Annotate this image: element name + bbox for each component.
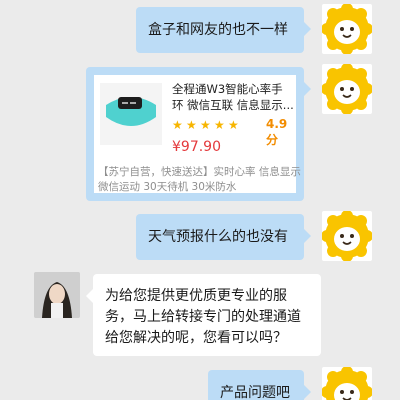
suning-lion-logo-icon[interactable]	[322, 4, 372, 54]
star-icon: ★	[200, 118, 211, 132]
agent-avatar[interactable]	[34, 272, 80, 318]
message-text: 为给您提供更优质更专业的服务，马上给转接专门的处理通道给您解决的呢，您看可以吗？	[105, 288, 301, 346]
user-message-bubble[interactable]: 产品问题吧	[208, 370, 311, 400]
user-message-bubble[interactable]: 天气预报什么的也没有	[136, 214, 311, 260]
message-text: 产品问题吧	[220, 385, 290, 400]
message-text: 天气预报什么的也没有	[148, 229, 288, 245]
user-message-bubble[interactable]: 盒子和网友的也不一样	[136, 7, 311, 53]
rating-stars: ★ ★ ★ ★ ★	[172, 119, 240, 131]
suning-lion-logo-icon[interactable]	[322, 367, 372, 400]
product-card-bubble[interactable]: 全程通W3智能心率手环 微信互联 信息显示... ★ ★ ★ ★ ★ 4.9分 …	[86, 67, 311, 201]
star-icon: ★	[186, 118, 197, 132]
star-icon: ★	[228, 118, 239, 132]
message-text: 盒子和网友的也不一样	[148, 22, 288, 38]
rating-score: 4.9分	[266, 117, 288, 147]
product-title: 全程通W3智能心率手环 微信互联 信息显示...	[172, 82, 294, 112]
star-icon: ★	[214, 118, 225, 132]
product-image	[100, 83, 162, 145]
product-description: 【苏宁自营，快速送达】实时心率 信息显示 微信运动 30天待机 30米防水	[98, 166, 301, 193]
product-price: ¥97.90	[172, 139, 221, 155]
chat-window: 盒子和网友的也不一样 全程通W3智能心率手环 微信互联 信息显示... ★ ★ …	[0, 0, 400, 400]
agent-message-bubble[interactable]: 为给您提供更优质更专业的服务，马上给转接专门的处理通道给您解决的呢，您看可以吗？	[86, 274, 321, 356]
suning-lion-logo-icon[interactable]	[322, 211, 372, 261]
product-card[interactable]: 全程通W3智能心率手环 微信互联 信息显示... ★ ★ ★ ★ ★ 4.9分 …	[94, 75, 301, 193]
star-icon: ★	[172, 118, 183, 132]
suning-lion-logo-icon[interactable]	[322, 64, 372, 114]
